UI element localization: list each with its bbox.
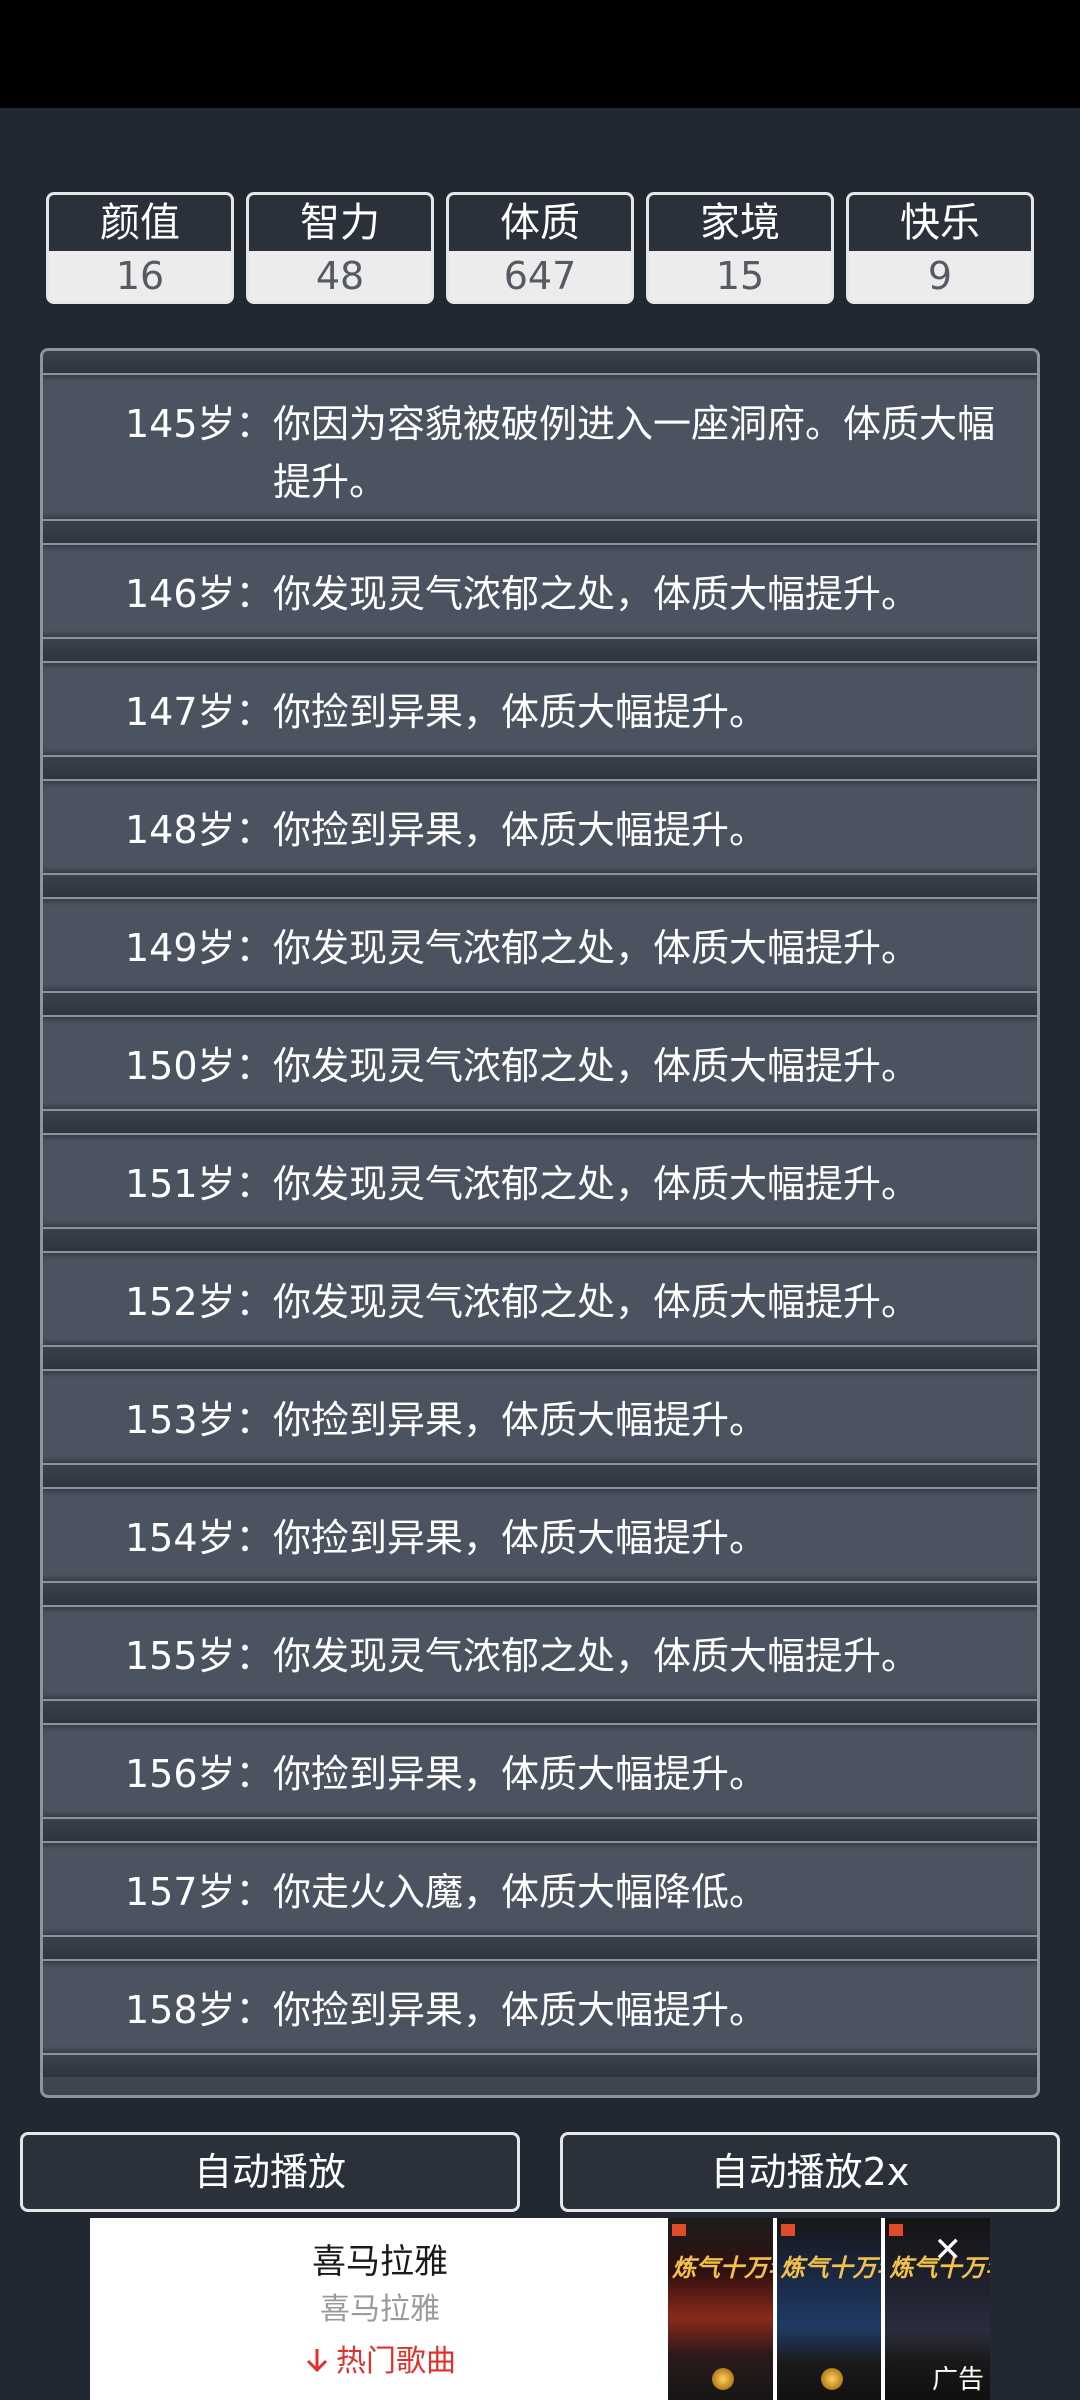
stat-label: 智力 — [249, 195, 431, 251]
event-text: 你捡到异果，体质大幅提升。 — [273, 1988, 768, 2032]
event-age: 146岁： — [125, 572, 274, 616]
event-text: 你捡到异果，体质大幅提升。 — [273, 808, 768, 852]
row-divider — [43, 875, 1037, 897]
row-divider — [43, 639, 1037, 661]
event-text: 你捡到异果，体质大幅提升。 — [273, 1398, 768, 1442]
event-age: 153岁： — [125, 1398, 274, 1442]
event-text: 你捡到异果，体质大幅提升。 — [273, 690, 768, 734]
stat-constitution: 体质 647 — [446, 192, 634, 304]
event-age: 152岁： — [125, 1280, 274, 1324]
event-text: 你发现灵气浓郁之处，体质大幅提升。 — [273, 1280, 920, 1324]
row-divider — [43, 1347, 1037, 1369]
event-age: 145岁： — [125, 402, 274, 446]
coin-icon — [712, 2368, 734, 2390]
stat-appearance: 颜值 16 — [46, 192, 234, 304]
event-row: 149岁： 你发现灵气浓郁之处，体质大幅提升。 — [43, 897, 1037, 993]
row-divider — [43, 993, 1037, 1015]
event-age: 150岁： — [125, 1044, 274, 1088]
event-text: 你发现灵气浓郁之处，体质大幅提升。 — [273, 1634, 920, 1678]
event-text: 你发现灵气浓郁之处，体质大幅提升。 — [273, 572, 920, 616]
stat-intelligence: 智力 48 — [246, 192, 434, 304]
event-age: 149岁： — [125, 926, 274, 970]
row-divider — [43, 521, 1037, 543]
ad-title: 喜马拉雅 — [312, 2242, 448, 2282]
row-divider — [43, 2055, 1037, 2077]
ad-thumbnail: 炼气十万年 — [776, 2218, 882, 2400]
event-row: 154岁： 你捡到异果，体质大幅提升。 — [43, 1487, 1037, 1583]
event-row: 151岁： 你发现灵气浓郁之处，体质大幅提升。 — [43, 1133, 1037, 1229]
stat-label: 颜值 — [49, 195, 231, 251]
event-row: 158岁： 你捡到异果，体质大幅提升。 — [43, 1959, 1037, 2055]
row-divider — [43, 757, 1037, 779]
thumbnail-title: 炼气十万年 — [672, 2254, 773, 2282]
ad-link-label: 热门歌曲 — [336, 2344, 456, 2379]
status-bar — [0, 0, 1080, 108]
stat-value: 48 — [249, 251, 431, 301]
event-age: 154岁： — [125, 1516, 274, 1560]
event-row: 155岁： 你发现灵气浓郁之处，体质大幅提升。 — [43, 1605, 1037, 1701]
attribute-panel: 颜值 16 智力 48 体质 647 家境 15 快乐 9 — [46, 192, 1034, 304]
thumbnail-title: 炼气十万年 — [780, 2254, 882, 2282]
event-text: 你捡到异果，体质大幅提升。 — [273, 1752, 768, 1796]
stat-value: 9 — [849, 251, 1031, 301]
game-screen: 颜值 16 智力 48 体质 647 家境 15 快乐 9 145岁： 你因为容… — [0, 108, 1080, 2400]
event-text: 你发现灵气浓郁之处，体质大幅提升。 — [273, 926, 920, 970]
ad-thumbnail: 炼气十万年 — [668, 2218, 773, 2400]
event-text: 你发现灵气浓郁之处，体质大幅提升。 — [273, 1162, 920, 1206]
row-divider — [43, 1111, 1037, 1133]
row-divider — [43, 1701, 1037, 1723]
event-row: 153岁： 你捡到异果，体质大幅提升。 — [43, 1369, 1037, 1465]
event-row: 145岁： 你因为容貌被破例进入一座洞府。体质大幅提升。 — [43, 373, 1037, 521]
stat-label: 快乐 — [849, 195, 1031, 251]
event-age: 156岁： — [125, 1752, 274, 1796]
stat-label: 家境 — [649, 195, 831, 251]
event-row: 146岁： 你发现灵气浓郁之处，体质大幅提升。 — [43, 543, 1037, 639]
brand-tag — [780, 2224, 795, 2236]
event-age: 147岁： — [125, 690, 274, 734]
row-divider — [43, 1937, 1037, 1959]
coin-icon — [820, 2368, 843, 2390]
row-divider — [43, 1229, 1037, 1251]
event-log[interactable]: 145岁： 你因为容貌被破例进入一座洞府。体质大幅提升。 146岁： 你发现灵气… — [40, 348, 1040, 2098]
event-row: 157岁： 你走火入魔，体质大幅降低。 — [43, 1841, 1037, 1937]
stat-value: 16 — [49, 251, 231, 301]
event-age: 158岁： — [125, 1988, 274, 2032]
stat-happiness: 快乐 9 — [846, 192, 1034, 304]
event-age: 157岁： — [125, 1870, 274, 1914]
auto-play-2x-button[interactable]: 自动播放2x — [560, 2132, 1060, 2212]
row-divider — [43, 1819, 1037, 1841]
stat-family: 家境 15 — [646, 192, 834, 304]
event-row: 147岁： 你捡到异果，体质大幅提升。 — [43, 661, 1037, 757]
row-divider — [43, 1465, 1037, 1487]
event-text: 你捡到异果，体质大幅提升。 — [273, 1516, 768, 1560]
event-row: 152岁： 你发现灵气浓郁之处，体质大幅提升。 — [43, 1251, 1037, 1347]
ad-banner[interactable]: 喜马拉雅 喜马拉雅 热门歌曲 炼气十万年 炼气十万年 炼气十万年 ✕ — [90, 2218, 990, 2400]
row-divider — [43, 1583, 1037, 1605]
auto-play-button[interactable]: 自动播放 — [20, 2132, 520, 2212]
ad-subtitle: 喜马拉雅 — [320, 2292, 440, 2327]
event-age: 155岁： — [125, 1634, 274, 1678]
row-divider — [43, 351, 1037, 373]
event-text: 你走火入魔，体质大幅降低。 — [273, 1870, 768, 1914]
stat-value: 647 — [449, 251, 631, 301]
brand-tag — [889, 2224, 904, 2236]
brand-tag — [672, 2224, 686, 2236]
event-row: 148岁： 你捡到异果，体质大幅提升。 — [43, 779, 1037, 875]
download-icon — [306, 2349, 328, 2373]
stat-value: 15 — [649, 251, 831, 301]
ad-link[interactable]: 热门歌曲 — [90, 2336, 670, 2380]
stat-label: 体质 — [449, 195, 631, 251]
event-text: 你发现灵气浓郁之处，体质大幅提升。 — [273, 1044, 920, 1088]
close-icon[interactable]: ✕ — [934, 2230, 963, 2270]
event-row: 156岁： 你捡到异果，体质大幅提升。 — [43, 1723, 1037, 1819]
event-age: 151岁： — [125, 1162, 274, 1206]
event-row: 150岁： 你发现灵气浓郁之处，体质大幅提升。 — [43, 1015, 1037, 1111]
event-text: 你因为容貌被破例进入一座洞府。体质大幅提升。 — [273, 402, 996, 504]
ad-badge: 广告 — [931, 2365, 984, 2395]
event-age: 148岁： — [125, 808, 274, 852]
